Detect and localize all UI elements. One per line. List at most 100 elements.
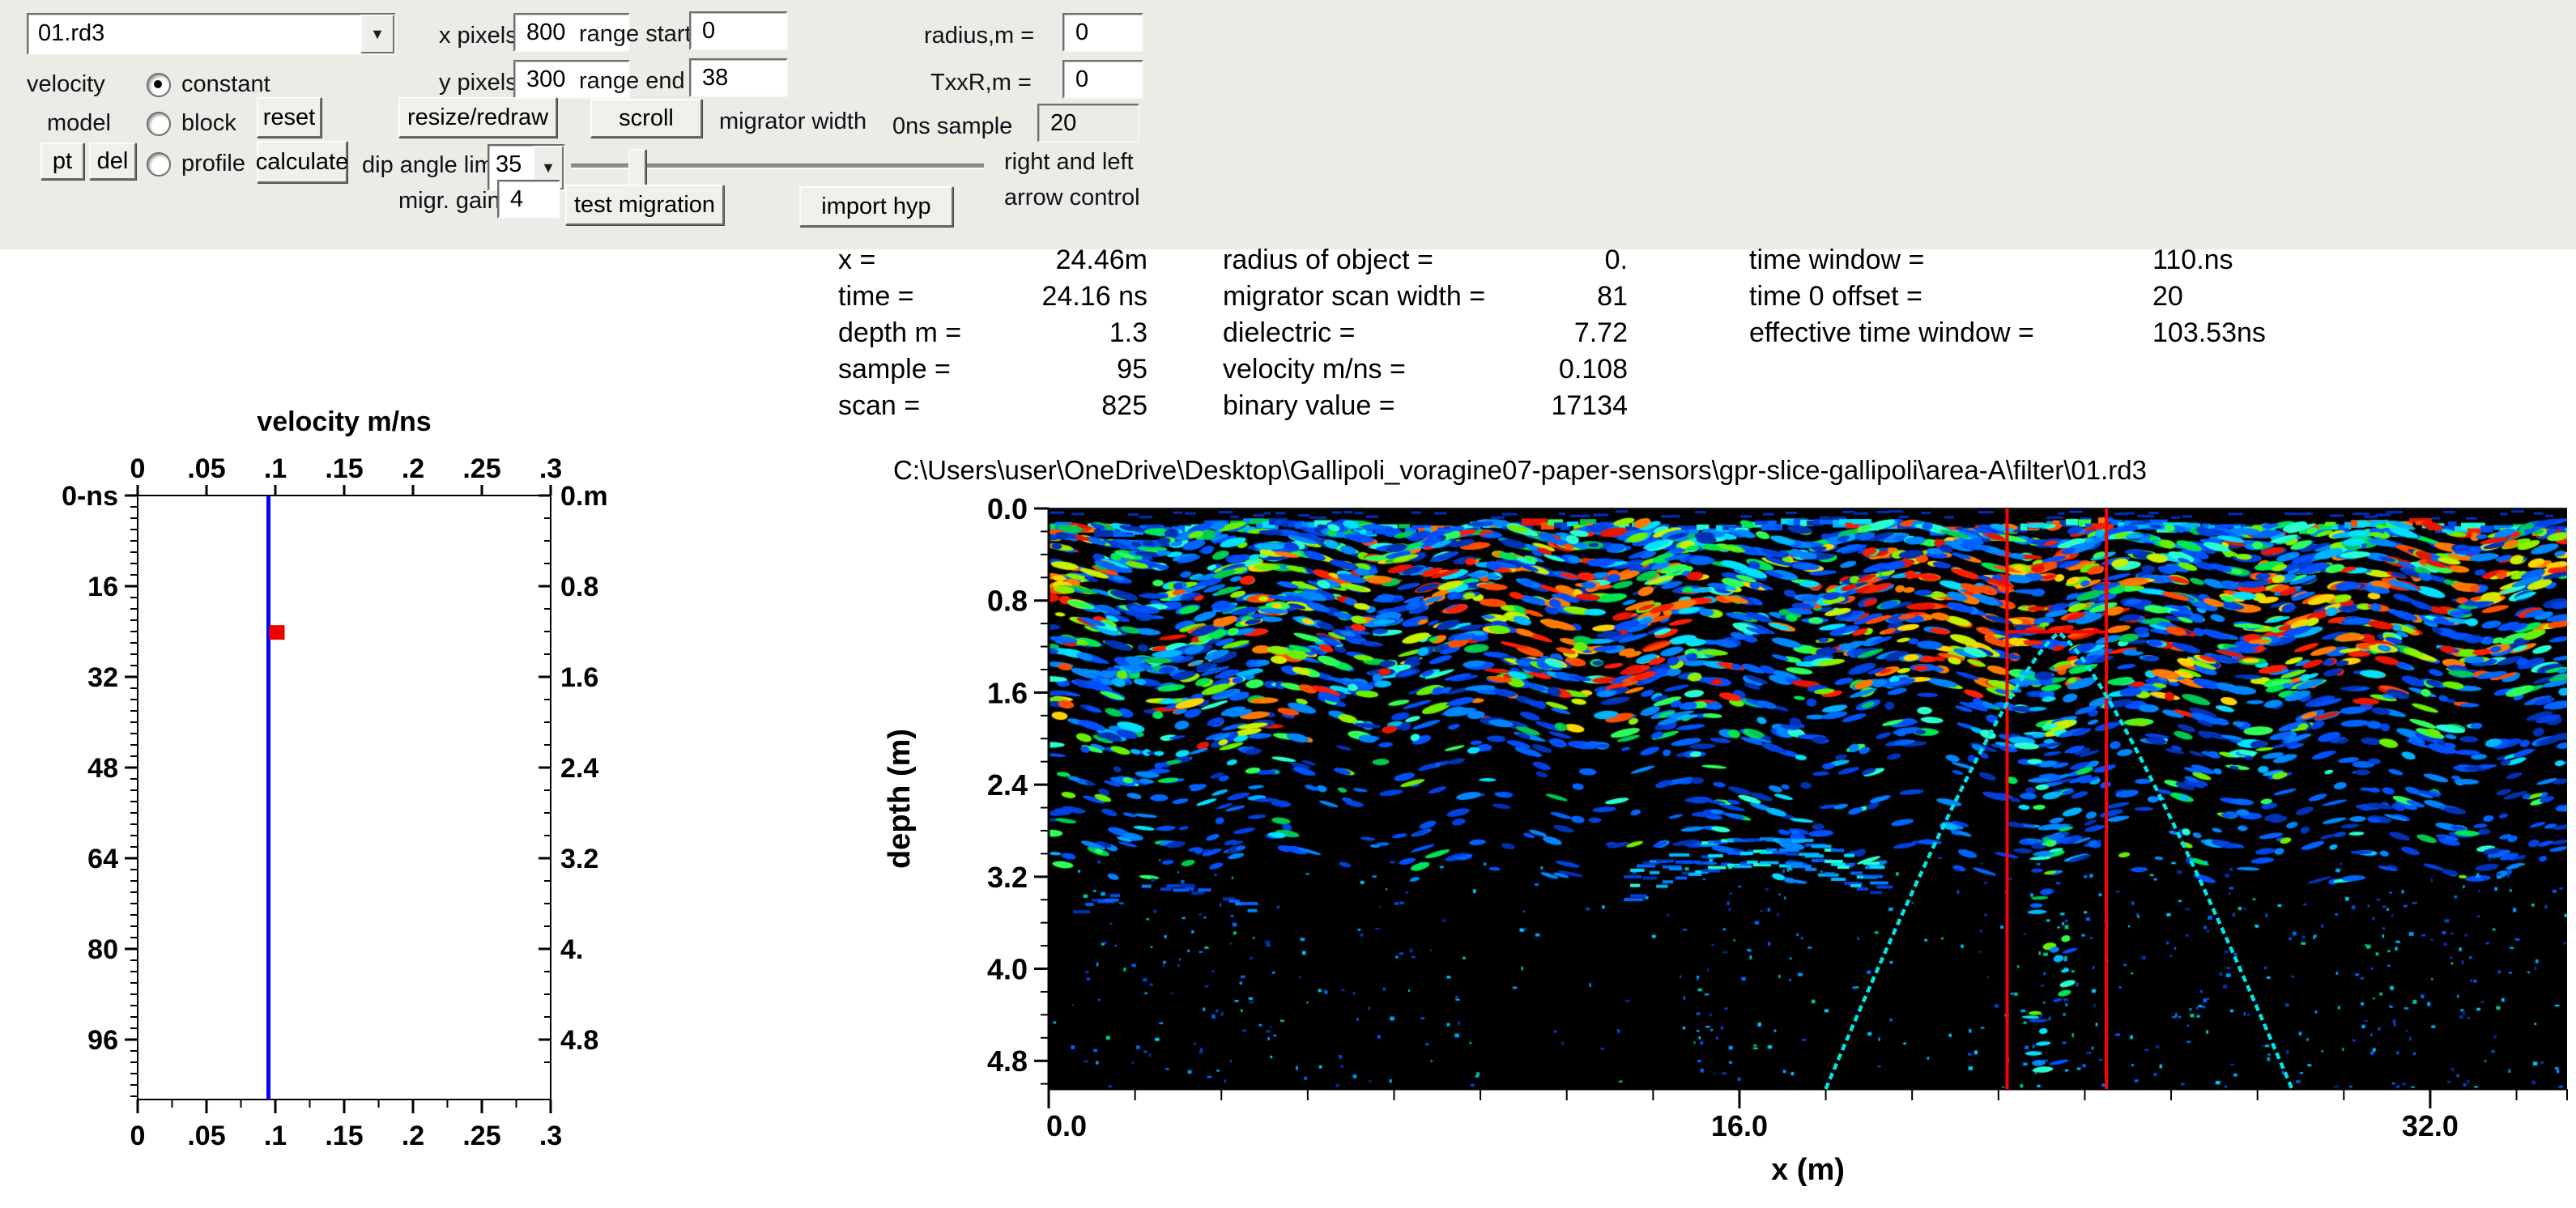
tick-label: .3 [539, 1121, 562, 1151]
readout-column-2: radius of object = 0. migrator scan width … [1223, 245, 1628, 427]
slider-note-line2: arrow control [1004, 185, 1140, 211]
control-panel: 01.rd3 ▼ velocity constant model block r… [0, 0, 2576, 249]
pt-button[interactable]: pt [40, 142, 84, 180]
dip-angle-limit-label: dip angle limit [362, 152, 506, 178]
migrator-width-label: migrator width [719, 108, 867, 134]
radio-profile[interactable] [147, 152, 171, 177]
readout-value: 103.53ns [2152, 317, 2266, 348]
file-select-value: 01.rd3 [38, 20, 105, 46]
tick-label: 0.0 [1046, 1109, 1087, 1142]
radio-constant[interactable] [147, 73, 171, 97]
tick-label: 32 [87, 662, 118, 693]
readout-label: velocity m/ns = [1223, 354, 1406, 385]
range-end-input[interactable] [689, 58, 788, 97]
readout-row: effective time window = 103.53ns [1749, 317, 2266, 354]
txxr-input[interactable] [1062, 60, 1143, 99]
tick-label: .2 [402, 453, 424, 484]
tick-label: 64 [87, 844, 118, 874]
velplot-title: velocity m/ns [257, 406, 431, 437]
readout-row: scan = 825 [838, 390, 1147, 427]
scroll-button[interactable]: scroll [590, 99, 702, 138]
readout-row: migrator scan width = 81 [1223, 281, 1628, 317]
migr-gain-input[interactable] [497, 180, 560, 219]
slider-note-line1: right and left [1004, 149, 1134, 175]
readout-label: x = [838, 245, 876, 275]
tick-label: .15 [325, 1121, 363, 1151]
del-button[interactable]: del [89, 142, 136, 180]
tick-label: 4. [560, 934, 583, 965]
range-start-label: range start [579, 21, 692, 47]
readout-label: binary value = [1223, 390, 1395, 421]
readout-label: dielectric = [1223, 317, 1356, 348]
ons-sample-label: 0ns sample [892, 113, 1013, 139]
readout-value: 110.ns [2152, 245, 2233, 275]
velplot-frame [137, 495, 551, 1100]
file-select-dropdown-icon[interactable]: ▼ [360, 15, 394, 53]
readout-label: scan = [838, 390, 921, 421]
radio-profile-label[interactable]: profile [181, 151, 245, 177]
readout-column-1: x = 24.46m time = 24.16 ns depth m = 1.3 sampl… [838, 245, 1147, 427]
tick-label: 0 [130, 453, 146, 484]
tick-label: 2.4 [560, 753, 598, 784]
tick-label: 32.0 [2402, 1109, 2459, 1142]
tick-label: 0.8 [987, 585, 1028, 618]
readout-value: 17134 [1551, 390, 1628, 421]
radargram-title: C:\Users\user\OneDrive\Desktop\Gallipoli… [893, 455, 2148, 485]
y-pixels-label: y pixels [439, 70, 517, 96]
radio-constant-label[interactable]: constant [181, 71, 270, 98]
radius-input[interactable] [1062, 13, 1143, 52]
velocity-pick-marker [269, 625, 285, 640]
readout-value: 20 [2152, 281, 2183, 312]
readout-value: 81 [1597, 281, 1628, 312]
radio-block-label[interactable]: block [181, 110, 236, 137]
readout-label: depth m = [838, 317, 962, 348]
range-start-input[interactable] [689, 11, 788, 50]
ons-sample-field[interactable] [1037, 104, 1139, 142]
tick-label: .05 [187, 453, 225, 484]
resize-redraw-button[interactable]: resize/redraw [398, 97, 557, 138]
tick-label: .05 [187, 1121, 225, 1151]
readout-label: time = [838, 281, 914, 312]
readout-column-3: time window = 110.ns time 0 offset = 20 effe… [1749, 245, 2266, 354]
tick-label: 1.6 [987, 676, 1028, 709]
test-migration-button[interactable]: test migration [565, 185, 724, 225]
readout-row: x = 24.46m [838, 245, 1147, 281]
readout-row: time window = 110.ns [1749, 245, 2266, 281]
readout-label: time window = [1749, 245, 1925, 275]
readout-label: effective time window = [1749, 317, 2034, 348]
radio-block[interactable] [147, 112, 171, 136]
x-axis-title: x (m) [1771, 1153, 1845, 1187]
radius-label: radius,m = [924, 23, 1035, 49]
readout-row: radius of object = 0. [1223, 245, 1628, 281]
tick-label: 80 [87, 934, 118, 965]
range-end-label: range end [579, 68, 685, 94]
readout-value: 0.108 [1558, 354, 1628, 385]
tick-label: .25 [462, 453, 500, 484]
readout-row: depth m = 1.3 [838, 317, 1147, 354]
migrator-width-slider-thumb[interactable] [628, 149, 646, 186]
readout-value: 24.46m [1055, 245, 1147, 275]
tick-label: .2 [402, 1121, 424, 1151]
calculate-button[interactable]: calculate [256, 141, 348, 183]
radargram-image[interactable] [1049, 508, 2567, 1089]
file-select[interactable]: 01.rd3 ▼ [27, 13, 396, 55]
tick-label: .25 [462, 1121, 500, 1151]
tick-label: 16.0 [1711, 1109, 1768, 1142]
velocity-plot[interactable]: velocity m/ns 0 0 .05 .05 .1 .1 .15 .15 .2 .2 .25 .2… [0, 381, 632, 1190]
tick-label: 4.8 [560, 1025, 598, 1056]
readout-label: time 0 offset = [1749, 281, 1922, 312]
readout-label: radius of object = [1223, 245, 1433, 275]
import-hyp-button[interactable]: import hyp [799, 186, 953, 227]
model-label: model [47, 110, 111, 136]
readout-row: binary value = 17134 [1223, 390, 1628, 427]
readout-row: time = 24.16 ns [838, 281, 1147, 317]
tick-label: 4.0 [987, 953, 1028, 986]
readout-label: migrator scan width = [1223, 281, 1486, 312]
reset-button[interactable]: reset [257, 97, 321, 138]
tick-label: 4.8 [987, 1044, 1028, 1078]
tick-label: 0 [130, 1121, 146, 1151]
tick-label: 48 [87, 753, 118, 784]
readout-row: dielectric = 7.72 [1223, 317, 1628, 354]
tick-label: .3 [539, 453, 562, 484]
readout-label: sample = [838, 354, 951, 385]
